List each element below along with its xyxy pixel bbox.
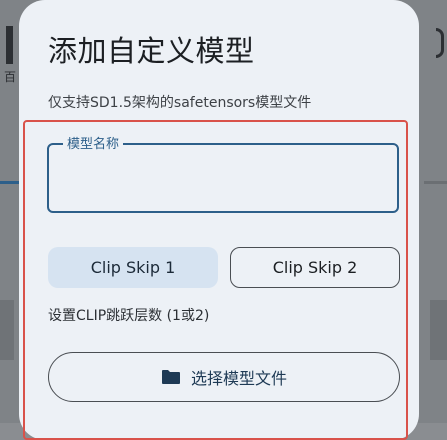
background-panel-left (0, 300, 14, 360)
clip-skip-2-button[interactable]: Clip Skip 2 (230, 247, 400, 288)
background-tab-indicator (0, 181, 20, 184)
background-divider (424, 181, 447, 184)
add-custom-model-dialog: 添加自定义模型 仅支持SD1.5架构的safetensors模型文件 模型名称 … (19, 0, 419, 440)
model-name-input[interactable] (47, 143, 399, 213)
background-panel-right (430, 300, 447, 360)
background-glyph (6, 26, 13, 64)
folder-icon (161, 369, 181, 385)
model-name-label: 模型名称 (63, 133, 124, 152)
choose-model-file-button[interactable]: 选择模型文件 (48, 352, 400, 402)
choose-model-file-label: 选择模型文件 (190, 369, 287, 388)
dialog-subtitle: 仅支持SD1.5架构的safetensors模型文件 (48, 95, 312, 111)
background-glyph-right (436, 28, 444, 58)
background-text: 百 (4, 70, 17, 84)
clip-skip-help-text: 设置CLIP跳跃层数 (1或2) (48, 308, 210, 324)
dialog-title: 添加自定义模型 (48, 34, 255, 68)
clip-skip-1-button[interactable]: Clip Skip 1 (48, 247, 218, 288)
